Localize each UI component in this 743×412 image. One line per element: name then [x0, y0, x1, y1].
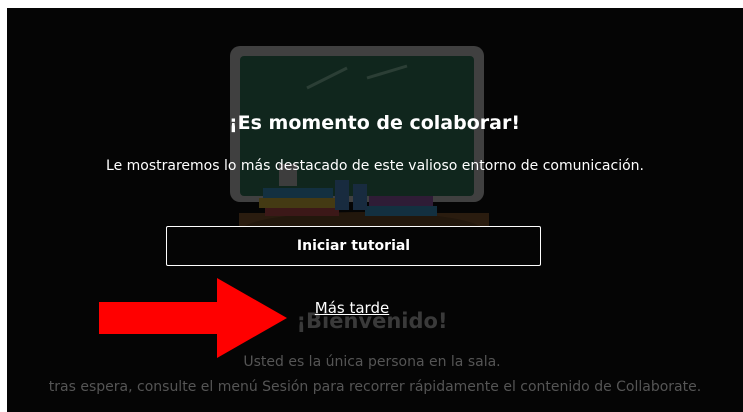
onboarding-description: Le mostraremos lo más destacado de este … — [106, 158, 644, 174]
red-arrow-icon — [99, 278, 287, 358]
onboarding-title: ¡Es momento de colaborar! — [228, 112, 520, 134]
start-tutorial-button[interactable]: Iniciar tutorial — [166, 226, 541, 266]
later-link[interactable]: Más tarde — [302, 299, 402, 317]
collaborate-session-window: ¡Bienvenido! Usted es la única persona e… — [7, 8, 743, 412]
session-menu-hint-text: tras espera, consulte el menú Sesión par… — [48, 379, 702, 395]
